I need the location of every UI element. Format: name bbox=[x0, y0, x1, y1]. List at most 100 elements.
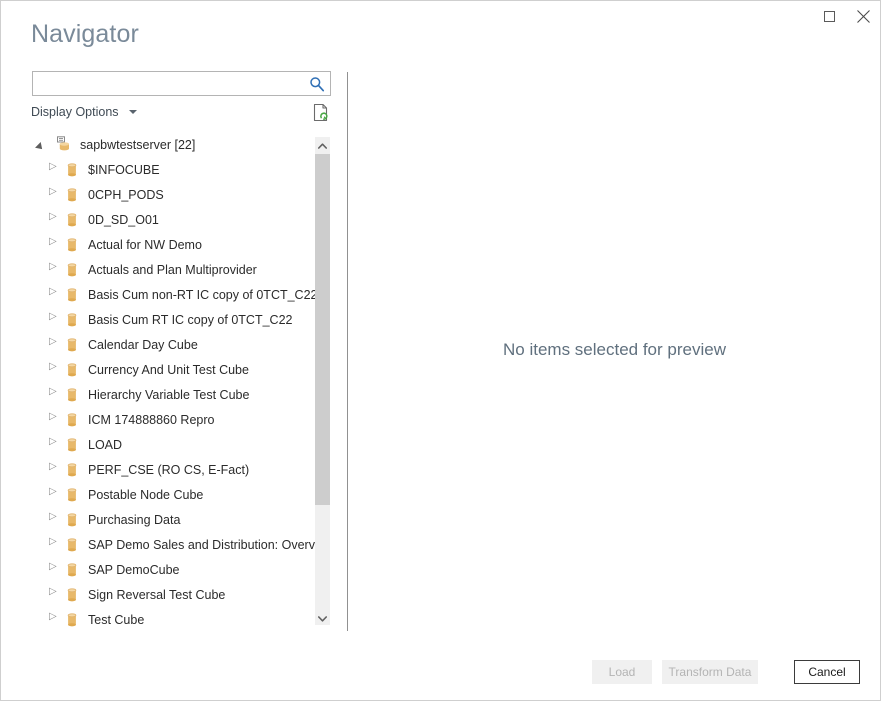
tree-node[interactable]: Actual for NW Demo bbox=[32, 232, 315, 257]
scrollbar-thumb[interactable] bbox=[315, 154, 330, 505]
tree-node[interactable]: Sign Reversal Test Cube bbox=[32, 582, 315, 607]
cube-icon bbox=[63, 386, 81, 404]
collapse-arrow-icon[interactable] bbox=[49, 491, 55, 499]
refresh-page-icon[interactable] bbox=[313, 103, 331, 122]
collapse-arrow-icon[interactable] bbox=[49, 291, 55, 299]
cube-icon bbox=[63, 486, 81, 504]
tree-node[interactable]: SAP Demo Sales and Distribution: Overvie… bbox=[32, 532, 315, 557]
search-icon[interactable] bbox=[309, 76, 325, 92]
cube-icon bbox=[63, 436, 81, 454]
collapse-arrow-icon[interactable] bbox=[49, 591, 55, 599]
tree-node[interactable]: $INFOCUBE bbox=[32, 157, 315, 182]
collapse-arrow-icon[interactable] bbox=[49, 191, 55, 199]
expand-arrow-icon[interactable] bbox=[37, 140, 47, 150]
close-icon bbox=[857, 10, 870, 23]
cancel-button[interactable]: Cancel bbox=[794, 660, 860, 684]
load-button[interactable]: Load bbox=[592, 660, 652, 684]
close-button[interactable] bbox=[846, 2, 880, 30]
tree-node-label: Basis Cum RT IC copy of 0TCT_C22 bbox=[88, 313, 292, 327]
collapse-arrow-icon[interactable] bbox=[49, 341, 55, 349]
chevron-down-icon bbox=[129, 110, 137, 114]
collapse-arrow-icon[interactable] bbox=[49, 316, 55, 324]
collapse-arrow-icon[interactable] bbox=[49, 366, 55, 374]
page-title: Navigator bbox=[31, 20, 139, 49]
preview-pane: No items selected for preview bbox=[348, 72, 881, 631]
tree-node-label: LOAD bbox=[88, 438, 122, 452]
collapse-arrow-icon[interactable] bbox=[49, 441, 55, 449]
tree-node[interactable]: 0D_SD_O01 bbox=[32, 207, 315, 232]
cube-icon bbox=[63, 211, 81, 229]
tree-node-label: PERF_CSE (RO CS, E-Fact) bbox=[88, 463, 249, 477]
collapse-arrow-icon[interactable] bbox=[49, 391, 55, 399]
cube-icon bbox=[63, 286, 81, 304]
tree-node-label: Hierarchy Variable Test Cube bbox=[88, 388, 249, 402]
tree-node-label: Actual for NW Demo bbox=[88, 238, 202, 252]
server-cube-icon bbox=[55, 136, 73, 154]
cube-icon bbox=[63, 261, 81, 279]
tree-node[interactable]: Purchasing Data bbox=[32, 507, 315, 532]
collapse-arrow-icon[interactable] bbox=[49, 241, 55, 249]
tree-node-label: Currency And Unit Test Cube bbox=[88, 363, 249, 377]
scroll-up-button[interactable] bbox=[315, 137, 330, 152]
cube-icon bbox=[63, 536, 81, 554]
collapse-arrow-icon[interactable] bbox=[49, 466, 55, 474]
display-options-dropdown[interactable]: Display Options bbox=[31, 105, 137, 119]
cube-icon bbox=[63, 511, 81, 529]
cube-icon bbox=[63, 561, 81, 579]
display-options-label: Display Options bbox=[31, 105, 119, 119]
tree-node[interactable]: PERF_CSE (RO CS, E-Fact) bbox=[32, 457, 315, 482]
tree-node-label: Test Cube bbox=[88, 613, 144, 627]
collapse-arrow-icon[interactable] bbox=[49, 516, 55, 524]
tree-node[interactable]: Actuals and Plan Multiprovider bbox=[32, 257, 315, 282]
tree-node-label: Sign Reversal Test Cube bbox=[88, 588, 225, 602]
tree-node[interactable]: Basis Cum RT IC copy of 0TCT_C22 bbox=[32, 307, 315, 332]
chevron-up-icon bbox=[318, 136, 327, 154]
cube-icon bbox=[63, 461, 81, 479]
cube-icon bbox=[63, 336, 81, 354]
search-box[interactable] bbox=[32, 71, 331, 96]
tree-node-label: Basis Cum non-RT IC copy of 0TCT_C22 bbox=[88, 288, 315, 302]
cube-icon bbox=[63, 361, 81, 379]
tree-node-label: ICM 174888860 Repro bbox=[88, 413, 214, 427]
cube-icon bbox=[63, 411, 81, 429]
search-input[interactable] bbox=[40, 72, 305, 95]
cube-icon bbox=[63, 311, 81, 329]
title-bar: Navigator bbox=[1, 1, 881, 61]
tree-node-label: sapbwtestserver [22] bbox=[80, 138, 195, 152]
transform-data-button[interactable]: Transform Data bbox=[662, 660, 758, 684]
tree-node-label: SAP Demo Sales and Distribution: Overvie… bbox=[88, 538, 315, 552]
collapse-arrow-icon[interactable] bbox=[49, 166, 55, 174]
tree-node[interactable]: Postable Node Cube bbox=[32, 482, 315, 507]
maximize-icon bbox=[824, 11, 835, 22]
collapse-arrow-icon[interactable] bbox=[49, 616, 55, 624]
preview-empty-message: No items selected for preview bbox=[348, 340, 881, 360]
cube-icon bbox=[63, 611, 81, 629]
collapse-arrow-icon[interactable] bbox=[49, 266, 55, 274]
tree-node-label: 0CPH_PODS bbox=[88, 188, 164, 202]
tree-node-label: SAP DemoCube bbox=[88, 563, 180, 577]
cube-icon bbox=[63, 586, 81, 604]
cube-icon bbox=[63, 161, 81, 179]
maximize-button[interactable] bbox=[812, 2, 846, 30]
collapse-arrow-icon[interactable] bbox=[49, 216, 55, 224]
tree-node-label: Actuals and Plan Multiprovider bbox=[88, 263, 257, 277]
tree-node[interactable]: 0CPH_PODS bbox=[32, 182, 315, 207]
tree-node-label: $INFOCUBE bbox=[88, 163, 160, 177]
cube-icon bbox=[63, 236, 81, 254]
collapse-arrow-icon[interactable] bbox=[49, 541, 55, 549]
tree-node[interactable]: Currency And Unit Test Cube bbox=[32, 357, 315, 382]
collapse-arrow-icon[interactable] bbox=[49, 416, 55, 424]
collapse-arrow-icon[interactable] bbox=[49, 566, 55, 574]
tree-node[interactable]: ICM 174888860 Repro bbox=[32, 407, 315, 432]
tree-node-root[interactable]: sapbwtestserver [22] bbox=[32, 132, 315, 157]
tree-node[interactable]: Hierarchy Variable Test Cube bbox=[32, 382, 315, 407]
object-tree[interactable]: sapbwtestserver [22] $INFOCUBE 0CPH_PODS 0… bbox=[32, 132, 315, 630]
tree-node[interactable]: Test Cube bbox=[32, 607, 315, 630]
tree-node-label: Postable Node Cube bbox=[88, 488, 203, 502]
tree-node[interactable]: SAP DemoCube bbox=[32, 557, 315, 582]
tree-node[interactable]: Calendar Day Cube bbox=[32, 332, 315, 357]
tree-node[interactable]: Basis Cum non-RT IC copy of 0TCT_C22 bbox=[32, 282, 315, 307]
tree-scrollbar[interactable] bbox=[315, 137, 330, 625]
tree-node[interactable]: LOAD bbox=[32, 432, 315, 457]
scroll-down-button[interactable] bbox=[315, 610, 330, 625]
